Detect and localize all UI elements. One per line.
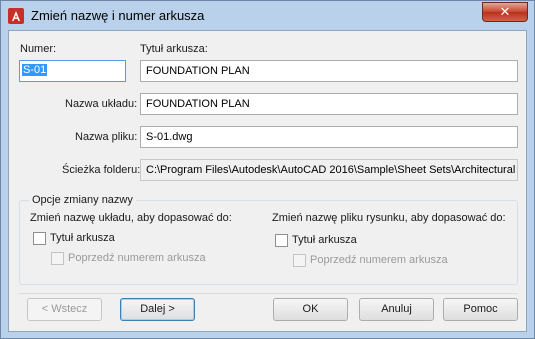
window-title: Zmień nazwę i numer arkusza — [31, 8, 205, 23]
file-prefix-label: Poprzedź numerem arkusza — [310, 254, 448, 266]
layout-title-checkbox[interactable] — [33, 232, 46, 245]
back-button[interactable]: < Wstecz — [27, 298, 102, 321]
uklad-label: Nazwa układu: — [65, 98, 138, 110]
cancel-button[interactable]: Anuluj — [359, 298, 434, 321]
tytul-input[interactable]: FOUNDATION PLAN — [140, 60, 518, 82]
sciezka-field: C:\Program Files\Autodesk\AutoCAD 2016\S… — [140, 159, 518, 181]
file-title-checkbox[interactable] — [275, 234, 288, 247]
dialog-window: Zmień nazwę i numer arkusza ✕ Numer: S-0… — [0, 0, 535, 339]
help-button[interactable]: Pomoc — [443, 298, 518, 321]
layout-heading: Zmień nazwę układu, aby dopasować do: — [30, 212, 232, 224]
ok-button[interactable]: OK — [273, 298, 348, 321]
autocad-icon — [8, 8, 24, 24]
file-prefix-checkbox — [293, 254, 306, 267]
plik-label: Nazwa pliku: — [75, 131, 138, 143]
dialog-body: Numer: S-01 Tytuł arkusza: FOUNDATION PL… — [8, 30, 527, 332]
separator — [19, 293, 518, 294]
numer-label: Numer: — [20, 43, 57, 55]
close-icon: ✕ — [499, 4, 511, 19]
tytul-label: Tytuł arkusza: — [140, 43, 208, 55]
uklad-input[interactable]: FOUNDATION PLAN — [140, 93, 518, 115]
close-button[interactable]: ✕ — [482, 2, 528, 22]
layout-title-label[interactable]: Tytuł arkusza — [50, 232, 115, 244]
layout-prefix-label: Poprzedź numerem arkusza — [68, 252, 206, 264]
file-heading: Zmień nazwę pliku rysunku, aby dopasować… — [272, 212, 506, 224]
sciezka-label: Ścieżka folderu: — [62, 164, 141, 176]
group-title: Opcje zmiany nazwy — [29, 194, 136, 206]
layout-prefix-checkbox — [51, 252, 64, 265]
title-bar[interactable]: Zmień nazwę i numer arkusza ✕ — [1, 1, 534, 30]
numer-value: S-01 — [22, 64, 48, 76]
numer-input[interactable]: S-01 — [19, 60, 126, 82]
file-title-label[interactable]: Tytuł arkusza — [292, 234, 357, 246]
next-button[interactable]: Dalej > — [120, 298, 195, 321]
plik-input[interactable]: S-01.dwg — [140, 126, 518, 148]
